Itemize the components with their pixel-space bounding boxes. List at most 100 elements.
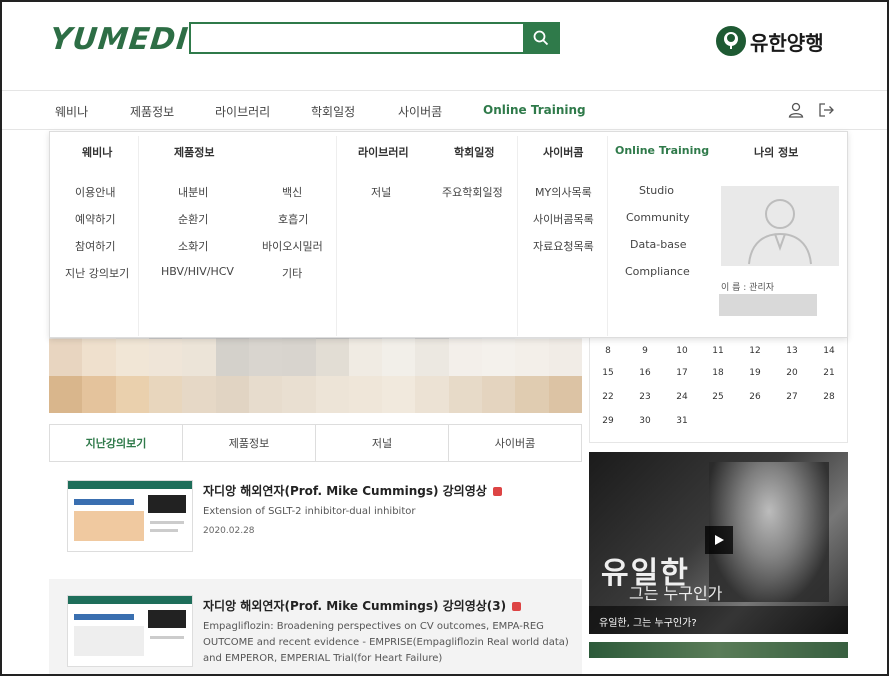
nav-item-cybercom[interactable]: 사이버콤: [398, 103, 442, 120]
calendar-day[interactable]: 25: [703, 392, 733, 402]
site-header: YUMEDI 유한양행: [2, 2, 887, 90]
search-button[interactable]: [523, 24, 558, 52]
menu-link-studio[interactable]: Studio: [639, 184, 674, 197]
secondary-banner[interactable]: [589, 642, 848, 658]
yuhan-brand[interactable]: 유한양행: [716, 26, 824, 56]
calendar-day[interactable]: 22: [593, 392, 623, 402]
divider: [607, 136, 608, 336]
lecture-description: Empagliflozin: Broadening perspectives o…: [203, 621, 569, 664]
menu-link-cybercom-list[interactable]: 사이버콤목록: [533, 211, 594, 227]
calendar-day[interactable]: 21: [814, 368, 844, 378]
calendar-day[interactable]: 30: [630, 416, 660, 426]
calendar-day[interactable]: 15: [593, 368, 623, 378]
calendar-day[interactable]: 26: [740, 392, 770, 402]
yuhan-logo-icon: [716, 26, 746, 56]
lecture-title[interactable]: 자디앙 해외연자(Prof. Mike Cummings) 강의영상(3): [203, 597, 522, 614]
tab-past-lectures[interactable]: 지난강의보기: [50, 425, 183, 461]
mega-head-library[interactable]: 라이브러리: [358, 144, 409, 160]
menu-link-etc[interactable]: 기타: [282, 265, 302, 281]
menu-link-compliance[interactable]: Compliance: [625, 265, 690, 278]
profile-name: 이 름 : 관리자: [721, 283, 775, 293]
logout-icon[interactable]: [817, 101, 835, 119]
calendar-day[interactable]: 27: [777, 392, 807, 402]
calendar-day[interactable]: 31: [667, 416, 697, 426]
profile-info-redacted: [719, 294, 817, 316]
menu-link-database[interactable]: Data-base: [630, 238, 686, 251]
calendar: 8 9 10 11 12 13 14 15 16 17 18 19 20 21 22 23 24 25 26 27 28…: [589, 338, 848, 443]
menu-link-guide[interactable]: 이용안내: [75, 184, 115, 200]
mega-head-product[interactable]: 제품정보: [174, 144, 214, 160]
menu-link-community[interactable]: Community: [626, 211, 690, 224]
yumedi-logo[interactable]: YUMEDI: [48, 22, 190, 57]
nav-item-conference[interactable]: 학회일정: [311, 103, 355, 120]
lecture-date: 2020.02.28: [203, 526, 255, 536]
menu-link-biosimilar[interactable]: 바이오시밀러: [262, 238, 323, 254]
calendar-day[interactable]: 8: [593, 346, 623, 356]
calendar-day[interactable]: 12: [740, 346, 770, 356]
calendar-day[interactable]: 17: [667, 368, 697, 378]
nav-item-product[interactable]: 제품정보: [130, 103, 174, 120]
calendar-day[interactable]: 28: [814, 392, 844, 402]
calendar-day[interactable]: 16: [630, 368, 660, 378]
calendar-day[interactable]: 29: [593, 416, 623, 426]
page-frame: YUMEDI 유한양행 웨비나 제품정보 라이브러리 학회일정 사이버콤 Onl…: [0, 0, 889, 676]
calendar-day[interactable]: 10: [667, 346, 697, 356]
promo-video[interactable]: 유일한 그는 누구인가 유일한, 그는 누구인가?: [589, 452, 848, 634]
lecture-thumbnail: [67, 480, 193, 552]
calendar-day[interactable]: 23: [630, 392, 660, 402]
nav-item-webinar[interactable]: 웨비나: [55, 103, 88, 120]
menu-link-digestive[interactable]: 소화기: [178, 238, 208, 254]
menu-link-hbv[interactable]: HBV/HIV/HCV: [161, 265, 234, 278]
mega-head-cybercom[interactable]: 사이버콤: [543, 144, 583, 160]
menu-link-circulatory[interactable]: 순환기: [178, 211, 208, 227]
tab-product-info[interactable]: 제품정보: [183, 425, 316, 461]
menu-link-vaccine[interactable]: 백신: [282, 184, 302, 200]
nav-item-online-training[interactable]: Online Training: [483, 103, 586, 117]
calendar-day[interactable]: 24: [667, 392, 697, 402]
list-item[interactable]: 자디앙 해외연자(Prof. Mike Cummings) 강의영상(3) Em…: [49, 579, 582, 674]
calendar-day[interactable]: 13: [777, 346, 807, 356]
video-badge-icon: [492, 487, 502, 496]
calendar-day[interactable]: 9: [630, 346, 660, 356]
video-badge-icon: [512, 602, 522, 611]
lecture-title[interactable]: 자디앙 해외연자(Prof. Mike Cummings) 강의영상: [203, 482, 502, 499]
user-avatar-icon: [748, 199, 812, 265]
menu-link-request-list[interactable]: 자료요청목록: [533, 238, 594, 254]
divider: [138, 136, 139, 336]
video-caption: 유일한, 그는 누구인가?: [589, 606, 848, 634]
menu-link-past-lectures[interactable]: 지난 강의보기: [65, 265, 129, 281]
lecture-thumbnail: [67, 595, 193, 667]
mega-menu: 웨비나 제품정보 라이브러리 학회일정 사이버콤 Online Training…: [49, 131, 848, 338]
calendar-day[interactable]: 18: [703, 368, 733, 378]
list-item[interactable]: 자디앙 해외연자(Prof. Mike Cummings) 강의영상 Exten…: [49, 464, 582, 579]
calendar-day[interactable]: 19: [740, 368, 770, 378]
avatar: [721, 186, 839, 266]
tab-journal[interactable]: 저널: [316, 425, 449, 461]
play-icon: [715, 535, 724, 545]
mega-head-online-training[interactable]: Online Training: [615, 144, 709, 157]
menu-link-my-doctors[interactable]: MY의사목록: [535, 184, 592, 200]
user-icon[interactable]: [787, 101, 805, 119]
tab-cybercom[interactable]: 사이버콤: [449, 425, 581, 461]
calendar-day[interactable]: 14: [814, 346, 844, 356]
brand-name: 유한양행: [750, 30, 824, 55]
play-button[interactable]: [705, 526, 733, 554]
main-nav: 웨비나 제품정보 라이브러리 학회일정 사이버콤 Online Training: [2, 90, 887, 130]
menu-link-main-conferences[interactable]: 주요학회일정: [442, 184, 503, 200]
divider: [517, 136, 518, 336]
menu-link-join[interactable]: 참여하기: [75, 238, 115, 254]
mega-head-webinar[interactable]: 웨비나: [82, 144, 112, 160]
video-subtitle: 그는 누구인가: [629, 584, 723, 603]
search-bar: [189, 22, 560, 54]
menu-link-reserve[interactable]: 예약하기: [75, 211, 115, 227]
calendar-day[interactable]: 11: [703, 346, 733, 356]
mega-head-conference[interactable]: 학회일정: [454, 144, 494, 160]
nav-item-library[interactable]: 라이브러리: [215, 103, 270, 120]
calendar-day[interactable]: 20: [777, 368, 807, 378]
menu-link-endocrine[interactable]: 내분비: [178, 184, 208, 200]
menu-link-respiratory[interactable]: 호흡기: [278, 211, 308, 227]
mega-head-my-info[interactable]: 나의 정보: [754, 144, 798, 160]
lecture-tabs: 지난강의보기 제품정보 저널 사이버콤: [49, 424, 582, 462]
menu-link-journal[interactable]: 저널: [371, 184, 391, 200]
search-input[interactable]: [191, 24, 524, 52]
